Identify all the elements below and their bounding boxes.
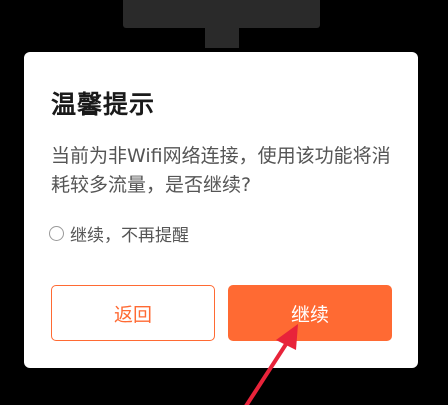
radio-circle-icon[interactable]	[49, 225, 64, 241]
screen: 温馨提示 当前为非Wifi网络连接，使用该功能将消耗较多流量，是否继续? 继续，…	[0, 0, 448, 405]
back-button[interactable]: 返回	[51, 285, 215, 341]
dont-remind-label: 继续，不再提醒	[70, 225, 189, 246]
dont-remind-checkbox[interactable]: 继续，不再提醒	[49, 222, 189, 246]
dialog-message: 当前为非Wifi网络连接，使用该功能将消耗较多流量，是否继续?	[51, 145, 391, 196]
dialog-title: 温馨提示	[51, 90, 156, 119]
wifi-warning-dialog: 温馨提示 当前为非Wifi网络连接，使用该功能将消耗较多流量，是否继续? 继续，…	[24, 52, 418, 368]
background-monitor-stand	[205, 28, 239, 48]
background-monitor-graphic	[123, 0, 320, 28]
continue-button[interactable]: 继续	[228, 285, 392, 341]
